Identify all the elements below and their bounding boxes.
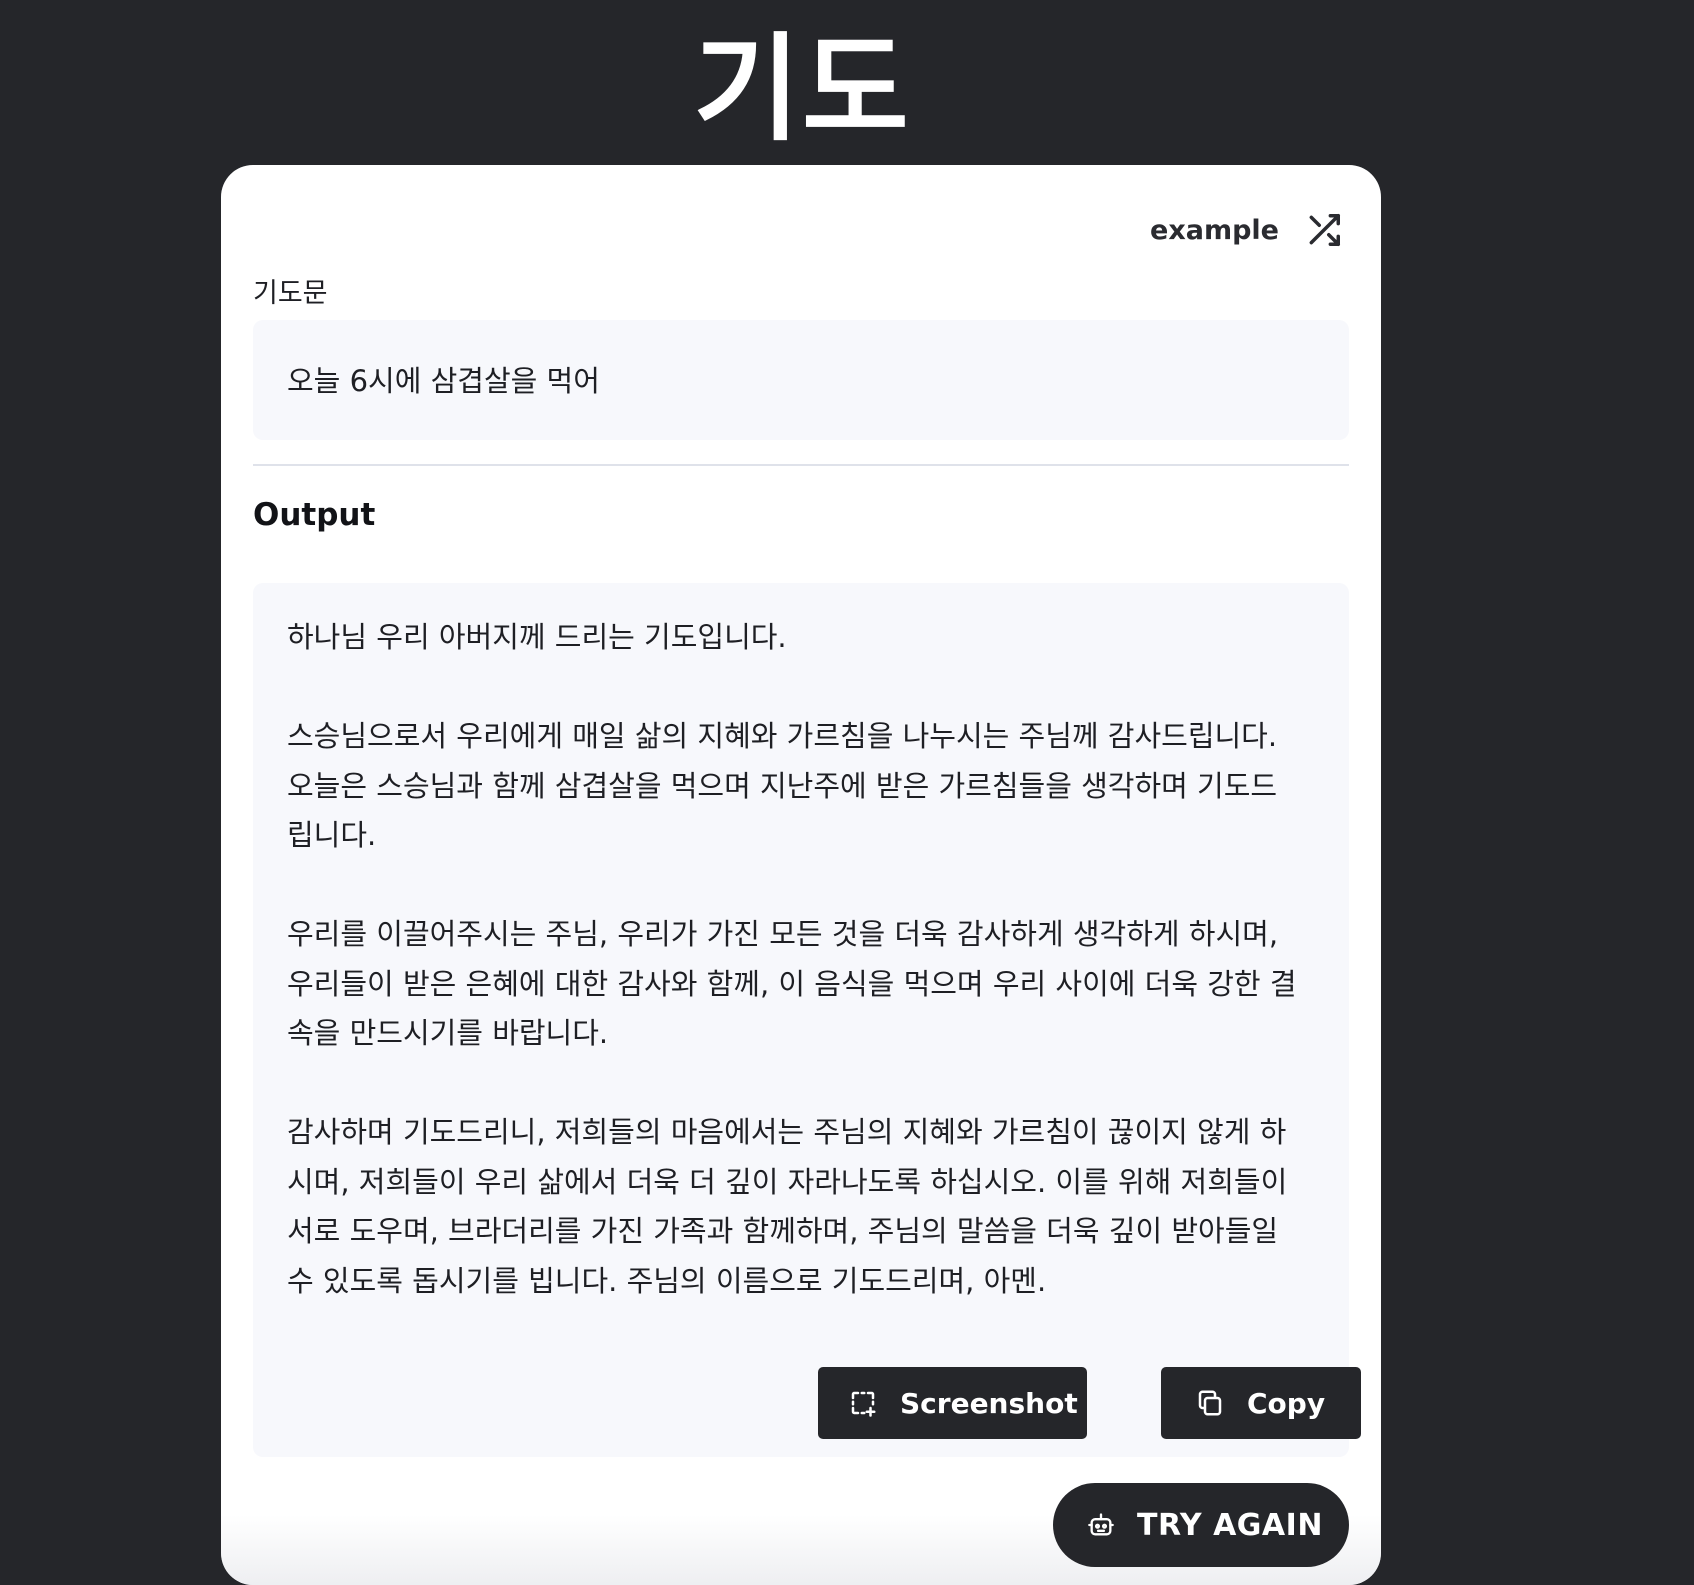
output-text: 하나님 우리 아버지께 드리는 기도입니다. 스승님으로서 우리에게 매일 삶의… [287,613,1317,1356]
divider [253,464,1349,466]
try-again-button[interactable]: TRY AGAIN [1053,1483,1349,1567]
screenshot-button[interactable]: Screenshot [818,1367,1087,1439]
copy-button[interactable]: Copy [1161,1367,1361,1439]
output-paragraph: 감사하며 기도드리니, 저희들의 마음에서는 주님의 지혜와 가르침이 끊이지 … [287,1115,1288,1298]
robot-icon [1088,1513,1114,1536]
output-heading: Output [253,497,376,533]
screenshot-label: Screenshot [900,1386,1078,1420]
output-panel: 하나님 우리 아버지께 드리는 기도입니다. 스승님으로서 우리에게 매일 삶의… [253,583,1361,1457]
page-title: 기도 [693,22,911,157]
output-paragraph: 우리를 이끌어주시는 주님, 우리가 가진 모든 것을 더욱 감사하게 생각하게… [287,917,1297,1050]
example-button[interactable]: example [1150,211,1343,249]
try-again-label: TRY AGAIN [1137,1507,1323,1543]
copy-icon [1198,1390,1222,1416]
example-label: example [1150,214,1279,246]
screenshot-icon [851,1391,876,1417]
output-paragraph: 스승님으로서 우리에게 매일 삶의 지혜와 가르침을 나누시는 주님께 감사드립… [287,719,1278,852]
output-paragraph: 하나님 우리 아버지께 드리는 기도입니다. [287,620,787,654]
prayer-card: example 기도문 오늘 6시에 삼겹살을 먹어 Output 하나님 우리… [221,165,1381,1585]
shuffle-icon [1309,214,1340,246]
prayer-input[interactable]: 오늘 6시에 삼겹살을 먹어 [253,320,1349,440]
copy-label: Copy [1247,1386,1326,1420]
prayer-input-label: 기도문 [253,278,328,309]
